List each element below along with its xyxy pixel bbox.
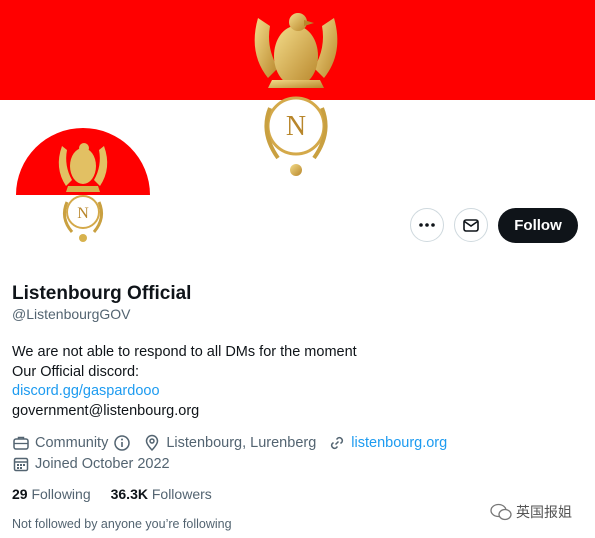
location-item: Listenbourg, Lurenberg bbox=[143, 434, 316, 452]
website-item: listenbourg.org bbox=[328, 434, 447, 452]
more-options-button[interactable] bbox=[410, 208, 444, 242]
svg-text:N: N bbox=[286, 111, 306, 142]
user-handle: @ListenbourgGOV bbox=[12, 306, 131, 322]
message-button[interactable] bbox=[454, 208, 488, 242]
calendar-icon bbox=[13, 457, 29, 472]
more-dots-icon bbox=[419, 223, 435, 227]
watermark-text: 英国报姐 bbox=[516, 504, 572, 520]
joined-label: Joined October 2022 bbox=[35, 456, 170, 472]
svg-text:N: N bbox=[77, 205, 89, 222]
wechat-icon bbox=[490, 503, 512, 521]
location-label: Listenbourg, Lurenberg bbox=[166, 435, 317, 451]
followed-by-note: Not followed by anyone you’re following bbox=[12, 517, 232, 531]
follow-button[interactable]: Follow bbox=[498, 208, 578, 243]
category-item: Community bbox=[12, 434, 131, 452]
bio-line: Our Official discord: bbox=[12, 363, 140, 380]
profile-meta-row: Joined October 2022 bbox=[12, 455, 182, 473]
following-label: Following bbox=[31, 486, 91, 502]
bio-email: government@listenbourg.org bbox=[12, 402, 200, 419]
bio-line: We are not able to respond to all DMs fo… bbox=[12, 344, 357, 360]
joined-item: Joined October 2022 bbox=[12, 455, 170, 473]
follow-stats: 29 Following 36.3K Followers bbox=[12, 486, 232, 502]
location-pin-icon bbox=[146, 434, 159, 452]
followers-count: 36.3K bbox=[110, 486, 148, 502]
website-link[interactable]: listenbourg.org bbox=[351, 435, 447, 451]
watermark: 英国报姐 bbox=[490, 502, 572, 522]
imperial-eagle-emblem: N bbox=[254, 13, 338, 176]
discord-link[interactable]: discord.gg/gaspardooo bbox=[12, 382, 357, 402]
profile-meta-row: Community Listenbourg, Lurenberg listenb… bbox=[12, 434, 459, 452]
following-stat[interactable]: 29 Following bbox=[12, 486, 91, 502]
followers-stat[interactable]: 36.3K Followers bbox=[111, 486, 212, 502]
display-name: Listenbourg Official bbox=[12, 283, 192, 304]
avatar[interactable]: N bbox=[12, 128, 154, 248]
bio: We are not able to respond to all DMs fo… bbox=[12, 343, 357, 421]
following-count: 29 bbox=[12, 486, 28, 502]
link-icon bbox=[331, 436, 344, 450]
followers-label: Followers bbox=[151, 486, 212, 502]
avatar-eagle-emblem: N bbox=[16, 128, 150, 242]
info-icon[interactable] bbox=[113, 434, 131, 452]
briefcase-icon bbox=[13, 436, 29, 450]
envelope-icon bbox=[463, 219, 479, 232]
category-label: Community bbox=[35, 435, 109, 451]
